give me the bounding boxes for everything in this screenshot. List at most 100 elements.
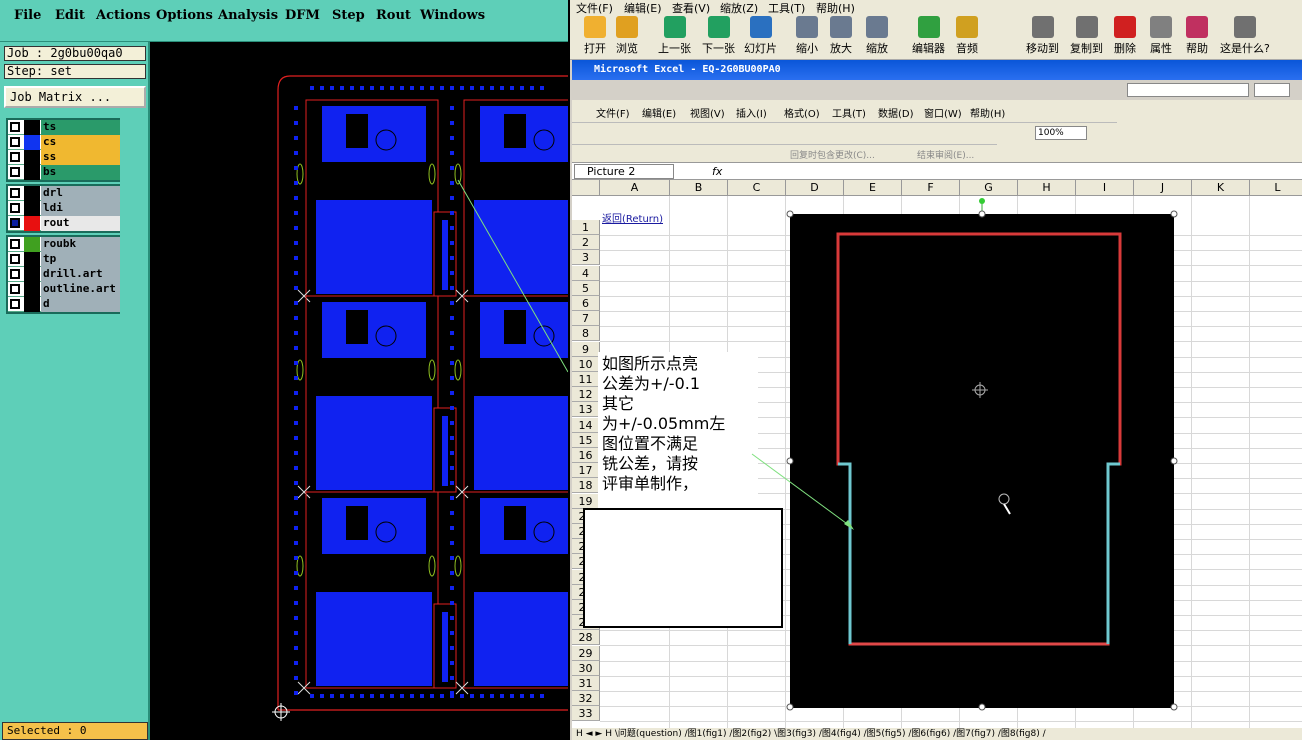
handle-bl[interactable] (786, 703, 794, 711)
layer-row-rout[interactable]: rout (8, 216, 120, 231)
row-header-17[interactable]: 17 (572, 463, 600, 479)
pcb-canvas[interactable] (150, 42, 568, 740)
row-header-8[interactable]: 8 (572, 326, 600, 342)
menu-windows[interactable]: Windows (420, 8, 485, 23)
blank-textbox[interactable] (583, 508, 783, 628)
toolbar-button-0[interactable]: 打开 (584, 16, 606, 56)
column-header-G[interactable]: G (960, 180, 1018, 196)
toolbar-button-15[interactable]: 这是什么? (1220, 16, 1270, 56)
layer-row-tp[interactable]: tp (8, 252, 120, 267)
layer-checkbox[interactable] (10, 137, 20, 147)
row-header-16[interactable]: 16 (572, 448, 600, 463)
layer-checkbox[interactable] (10, 284, 20, 294)
xl-menu-help[interactable]: 帮助(H) (970, 105, 1005, 120)
column-header-D[interactable]: D (786, 180, 844, 196)
row-header-11[interactable]: 11 (572, 372, 600, 387)
layer-row-drill-art[interactable]: drill.art (8, 267, 120, 282)
row-header-15[interactable]: 15 (572, 432, 600, 448)
layer-checkbox[interactable] (10, 167, 20, 177)
layer-row-ss[interactable]: ss (8, 150, 120, 165)
toolbar-button-6[interactable]: 放大 (830, 16, 852, 56)
menu-options[interactable]: Options (156, 8, 213, 23)
handle-t[interactable] (978, 210, 986, 218)
toolbar-button-5[interactable]: 缩小 (796, 16, 818, 56)
menu-dfm[interactable]: DFM (285, 8, 320, 23)
layer-row-d[interactable]: d (8, 297, 120, 312)
column-header-J[interactable]: J (1134, 180, 1192, 196)
toolbar-button-4[interactable]: 幻灯片 (744, 16, 777, 56)
toolbar-button-14[interactable]: 帮助 (1186, 16, 1208, 56)
row-header-3[interactable]: 3 (572, 250, 600, 266)
row-header-29[interactable]: 29 (572, 645, 600, 661)
end-review[interactable]: 结束审阅(E)... (917, 148, 974, 161)
job-matrix-button[interactable]: Job Matrix ... (4, 86, 146, 108)
column-header-I[interactable]: I (1076, 180, 1134, 196)
menu-file[interactable]: File (14, 8, 41, 23)
layer-checkbox[interactable] (10, 254, 20, 264)
toolbar-button-10[interactable]: 移动到 (1026, 16, 1059, 56)
layer-row-ldi[interactable]: ldi (8, 201, 120, 216)
column-header-E[interactable]: E (844, 180, 902, 196)
reply-changes[interactable]: 回复时包含更改(C)... (790, 148, 875, 161)
xl-menu-data[interactable]: 数据(D) (878, 105, 914, 120)
toolbar-button-13[interactable]: 属性 (1150, 16, 1172, 56)
row-header-30[interactable]: 30 (572, 660, 600, 676)
handle-tl[interactable] (786, 210, 794, 218)
zoom-box[interactable]: 100% (1035, 126, 1087, 140)
rotate-handle[interactable] (979, 198, 985, 204)
xl-menu-file[interactable]: 文件(F) (596, 105, 630, 120)
row-header-13[interactable]: 13 (572, 402, 600, 418)
toolbar-button-9[interactable]: 音频 (956, 16, 978, 56)
toolbar-button-11[interactable]: 复制到 (1070, 16, 1103, 56)
annotation-textbox[interactable]: 如图所示点亮 公差为+/-0.1 其它 为+/-0.05mm左 图位置不满足 铣… (598, 352, 758, 510)
layer-checkbox[interactable] (10, 203, 20, 213)
layer-checkbox[interactable] (10, 218, 20, 228)
row-header-14[interactable]: 14 (572, 417, 600, 433)
toolbar-button-7[interactable]: 缩放 (866, 16, 888, 56)
toolbar-button-12[interactable]: 删除 (1114, 16, 1136, 56)
menu-analysis[interactable]: Analysis (218, 8, 278, 23)
layer-checkbox[interactable] (10, 188, 20, 198)
row-header-2[interactable]: 2 (572, 235, 600, 251)
xl-menu-insert[interactable]: 插入(I) (736, 105, 767, 120)
row-header-4[interactable]: 4 (572, 265, 600, 281)
toolbar-button-1[interactable]: 浏览 (616, 16, 638, 56)
xl-menu-window[interactable]: 窗口(W) (924, 105, 962, 120)
toolbar-button-3[interactable]: 下一张 (702, 16, 735, 56)
layer-row-drl[interactable]: drl (8, 186, 120, 201)
handle-b[interactable] (978, 703, 986, 711)
toolbar-button-8[interactable]: 编辑器 (912, 16, 945, 56)
sheet-tabs[interactable]: H ◄ ► H \问题(question) /图1(fig1) /图2(fig2… (572, 728, 1302, 740)
layer-checkbox[interactable] (10, 269, 20, 279)
menu-rout[interactable]: Rout (376, 8, 411, 23)
name-box[interactable]: Picture 2 (574, 164, 674, 179)
handle-br[interactable] (1170, 703, 1178, 711)
select-all-corner[interactable] (572, 180, 600, 196)
row-header-5[interactable]: 5 (572, 280, 600, 296)
row-header-1[interactable]: 1 (572, 220, 600, 235)
row-header-31[interactable]: 31 (572, 676, 600, 691)
layer-checkbox[interactable] (10, 299, 20, 309)
column-header-F[interactable]: F (902, 180, 960, 196)
toolbar-button-2[interactable]: 上一张 (658, 16, 691, 56)
row-header-9[interactable]: 9 (572, 341, 600, 357)
return-link[interactable]: 返回(Return) (602, 210, 663, 225)
layer-row-outline-art[interactable]: outline.art (8, 282, 120, 297)
size-dropdown[interactable] (1254, 83, 1290, 97)
handle-r[interactable] (1170, 457, 1178, 465)
font-dropdown[interactable] (1127, 83, 1249, 97)
menu-actions[interactable]: Actions (96, 8, 150, 23)
column-header-L[interactable]: L (1250, 180, 1302, 196)
xl-menu-view[interactable]: 视图(V) (690, 105, 725, 120)
row-header-18[interactable]: 18 (572, 478, 600, 494)
layer-row-cs[interactable]: cs (8, 135, 120, 150)
row-header-28[interactable]: 28 (572, 630, 600, 646)
layer-row-bs[interactable]: bs (8, 165, 120, 180)
row-header-10[interactable]: 10 (572, 356, 600, 372)
menu-step[interactable]: Step (332, 8, 365, 23)
xl-menu-edit[interactable]: 编辑(E) (642, 105, 676, 120)
layer-checkbox[interactable] (10, 239, 20, 249)
column-header-C[interactable]: C (728, 180, 786, 196)
row-header-19[interactable]: 19 (572, 493, 600, 509)
row-header-6[interactable]: 6 (572, 296, 600, 311)
